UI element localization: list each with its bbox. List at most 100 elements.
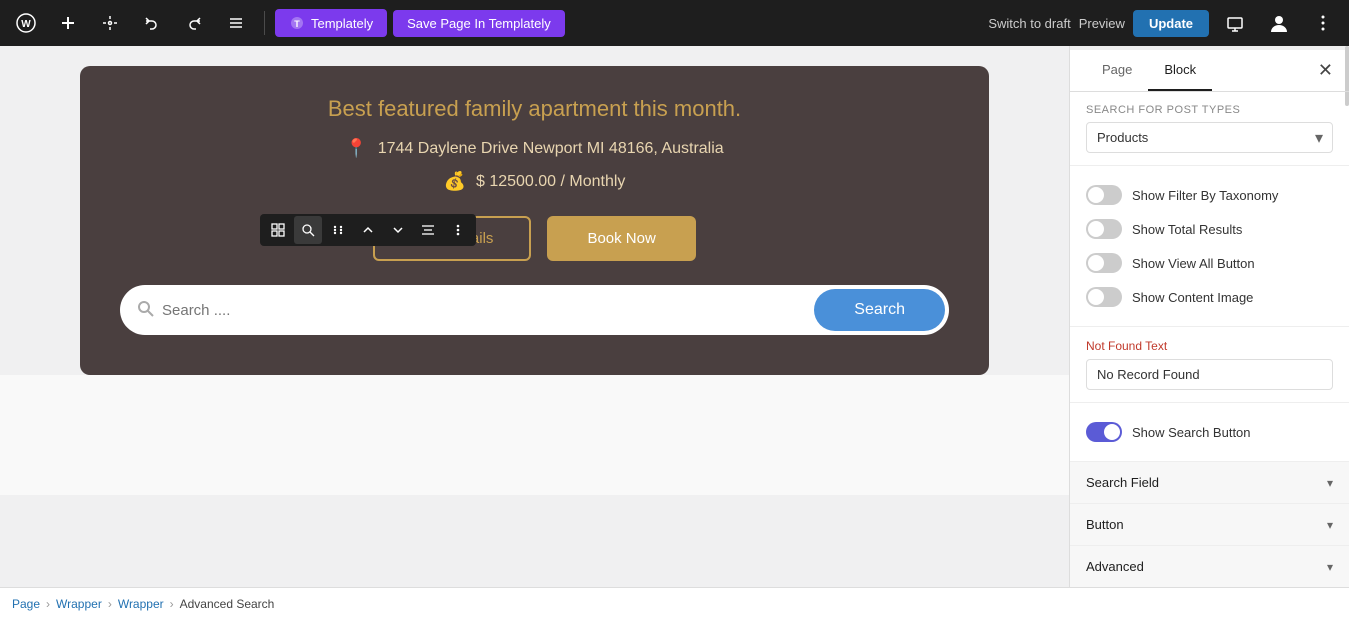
price-text: $ 12500.00 / Monthly [476,173,625,191]
toggle-total-results-label: Show Total Results [1132,222,1242,237]
toggle-knob [1088,255,1104,271]
button-row: View Details Book Now [120,216,949,261]
search-field-chevron-icon: ▾ [1327,476,1333,490]
post-types-section: Search For Post Types Products Posts Pag… [1070,92,1349,166]
search-button[interactable]: Search [814,289,945,331]
not-found-input[interactable] [1086,359,1333,390]
breadcrumb-current: Advanced Search [180,597,275,611]
address-row: 📍 1744 Daylene Drive Newport MI 48166, A… [120,138,949,159]
update-label: Update [1149,16,1193,31]
advanced-header[interactable]: Advanced ▾ [1070,546,1349,587]
tab-block[interactable]: Block [1148,50,1212,91]
toolbar-right: Switch to draft Preview Update [988,5,1341,41]
panel-close-button[interactable]: ✕ [1318,50,1333,91]
toggle-filter-taxonomy[interactable] [1086,185,1122,205]
canvas-content: Best featured family apartment this mont… [0,46,1069,495]
breadcrumb-bar: Page › Wrapper › Wrapper › Advanced Sear… [0,587,1349,619]
advanced-section: Advanced ▾ [1070,546,1349,587]
breadcrumb-sep-1: › [46,597,50,611]
post-types-select-wrapper: Products Posts Pages [1086,122,1333,153]
toggle-search-button-row: Show Search Button [1086,415,1333,449]
main-layout: Best featured family apartment this mont… [0,46,1349,587]
toolbar-divider [264,11,265,35]
advanced-chevron-icon: ▾ [1327,560,1333,574]
toggle-search-button[interactable] [1086,422,1122,442]
search-input[interactable] [162,302,806,319]
search-block-icon[interactable] [294,216,322,244]
tools-button[interactable] [92,5,128,41]
align-button[interactable] [414,216,442,244]
toggle-knob [1088,289,1104,305]
below-canvas-space [0,375,1069,495]
section-title: Best featured family apartment this mont… [120,96,949,122]
toggle-view-all-label: Show View All Button [1132,256,1255,271]
breadcrumb-wrapper1[interactable]: Wrapper [56,597,102,611]
panel-scroll-area[interactable]: Search For Post Types Products Posts Pag… [1070,92,1349,587]
drag-handle[interactable] [324,216,352,244]
search-field-label: Search Field [1086,475,1159,490]
toggle-search-button-label: Show Search Button [1132,425,1251,440]
redo-button[interactable] [176,5,212,41]
show-search-button-section: Show Search Button [1070,403,1349,462]
toggle-content-image-row: Show Content Image [1086,280,1333,314]
search-bar: Search [120,285,949,335]
responsive-button[interactable] [1217,5,1253,41]
preview-label: Preview [1079,16,1125,31]
button-chevron-icon: ▾ [1327,518,1333,532]
more-options-button[interactable] [1305,5,1341,41]
not-found-section: Not Found Text [1070,327,1349,403]
search-field-section: Search Field ▾ [1070,462,1349,504]
svg-text:T: T [294,19,300,29]
toggle-knob [1088,187,1104,203]
toggle-knob [1104,424,1120,440]
button-section: Button ▾ [1070,504,1349,546]
save-page-templately-button[interactable]: Save Page In Templately [393,10,565,37]
breadcrumb-sep-2: › [108,597,112,611]
user-menu-button[interactable] [1261,5,1297,41]
templately-button[interactable]: T Templately [275,9,387,37]
undo-button[interactable] [134,5,170,41]
breadcrumb-wrapper2[interactable]: Wrapper [118,597,164,611]
block-type-icon[interactable] [264,216,292,244]
toggles-section: Show Filter By Taxonomy Show Total Resul… [1070,166,1349,327]
post-types-select[interactable]: Products Posts Pages [1086,122,1333,153]
add-block-button[interactable] [50,5,86,41]
list-view-button[interactable] [218,5,254,41]
book-now-button[interactable]: Book Now [547,216,695,261]
move-down-button[interactable] [384,216,412,244]
advanced-label: Advanced [1086,559,1144,574]
wp-logo[interactable]: W [8,5,44,41]
location-icon: 📍 [345,138,367,159]
post-types-label: Search For Post Types [1086,104,1333,116]
svg-text:W: W [21,19,31,30]
toggle-knob [1088,221,1104,237]
toggle-view-all-row: Show View All Button [1086,246,1333,280]
update-button[interactable]: Update [1133,10,1209,37]
preview-button[interactable]: Preview [1079,16,1125,31]
toggle-total-results[interactable] [1086,219,1122,239]
canvas-area[interactable]: Best featured family apartment this mont… [0,46,1069,587]
toggle-filter-taxonomy-label: Show Filter By Taxonomy [1132,188,1278,203]
toggle-view-all[interactable] [1086,253,1122,273]
toggle-filter-taxonomy-row: Show Filter By Taxonomy [1086,178,1333,212]
more-block-options[interactable] [444,216,472,244]
button-label: Button [1086,517,1124,532]
button-header[interactable]: Button ▾ [1070,504,1349,545]
save-page-label: Save Page In Templately [407,16,551,31]
templately-label: Templately [311,16,373,31]
dark-section: Best featured family apartment this mont… [80,66,989,375]
toggle-total-results-row: Show Total Results [1086,212,1333,246]
breadcrumb-page[interactable]: Page [12,597,40,611]
switch-draft-label: Switch to draft [988,16,1070,31]
search-field-header[interactable]: Search Field ▾ [1070,462,1349,503]
block-toolbar [260,214,476,246]
tab-page[interactable]: Page [1086,50,1148,91]
move-up-button[interactable] [354,216,382,244]
search-icon [136,299,154,322]
top-toolbar: W T Templately Save Page In Templately S… [0,0,1349,46]
not-found-label: Not Found Text [1086,339,1333,353]
switch-draft-button[interactable]: Switch to draft [988,16,1070,31]
right-panel: Page Block ✕ Search For Post Types Produ… [1069,46,1349,587]
breadcrumb-sep-3: › [170,597,174,611]
toggle-content-image[interactable] [1086,287,1122,307]
